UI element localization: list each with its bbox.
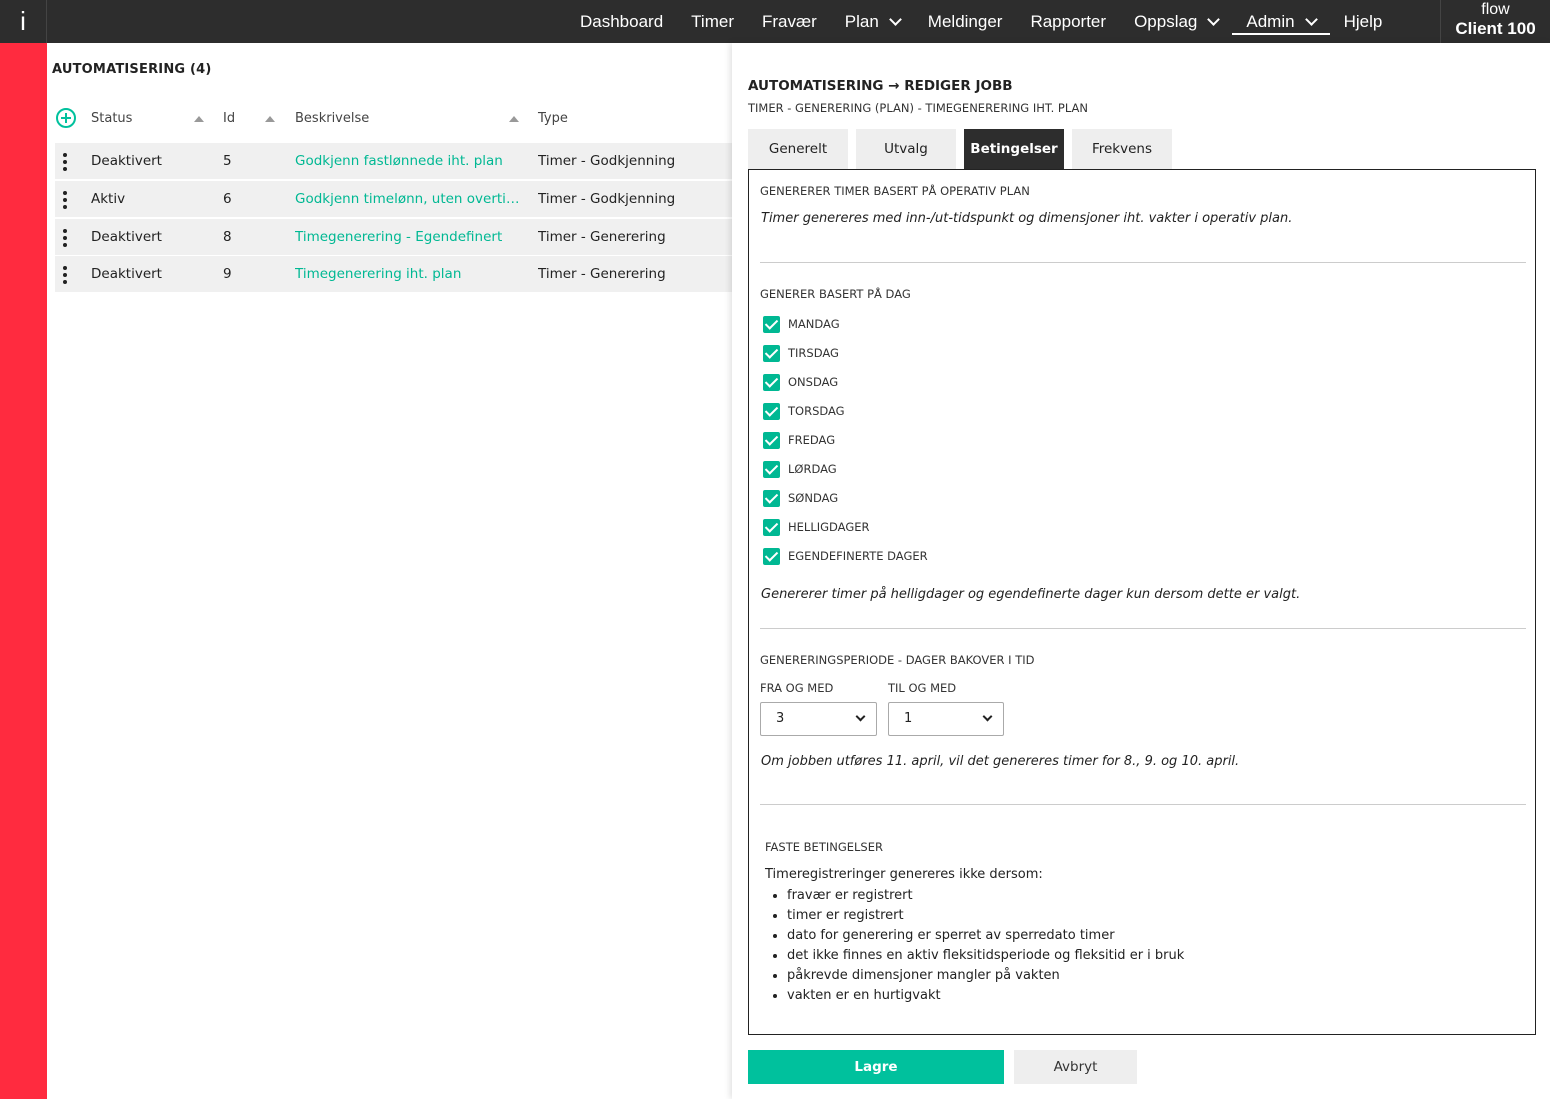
save-button[interactable]: Lagre <box>748 1050 1004 1084</box>
sort-up-icon[interactable] <box>194 116 204 122</box>
checkbox-checked-icon[interactable] <box>763 489 780 507</box>
section-heading: GENERERINGSPERIODE - DAGER BAKOVER I TID <box>760 653 1035 667</box>
checkbox-sondag[interactable]: SØNDAG <box>763 489 838 507</box>
checkbox-checked-icon[interactable] <box>763 373 780 391</box>
list-item: påkrevde dimensjoner mangler på vakten <box>787 966 1184 986</box>
nav-rapporter[interactable]: Rapporter <box>1016 0 1120 43</box>
more-vertical-icon[interactable] <box>63 153 67 171</box>
section-heading: GENERER BASERT PÅ DAG <box>760 287 911 301</box>
divider <box>760 262 1526 263</box>
top-bar: i Dashboard Timer Fravær Plan Meldinger … <box>0 0 1550 43</box>
list-item: fravær er registrert <box>787 886 1184 906</box>
checkbox-checked-icon[interactable] <box>763 431 780 449</box>
list-item: vakten er en hurtigvakt <box>787 986 1184 1006</box>
table-row[interactable]: Deaktivert 9 Timegenerering iht. plan Ti… <box>55 256 732 292</box>
col-id[interactable]: Id <box>223 107 235 131</box>
section-heading: GENERERER TIMER BASERT PÅ OPERATIV PLAN <box>760 184 1030 198</box>
panel-subtitle: TIMER - GENERERING (PLAN) - TIMEGENERERI… <box>748 101 1088 115</box>
nav-plan[interactable]: Plan <box>831 0 914 43</box>
checkbox-checked-icon[interactable] <box>763 402 780 420</box>
checkbox-onsdag[interactable]: ONSDAG <box>763 373 838 391</box>
checkbox-torsdag[interactable]: TORSDAG <box>763 402 845 420</box>
checkbox-checked-icon[interactable] <box>763 518 780 536</box>
col-status[interactable]: Status <box>91 107 132 131</box>
checkbox-checked-icon[interactable] <box>763 547 780 565</box>
checkbox-checked-icon[interactable] <box>763 315 780 333</box>
edit-job-panel: AUTOMATISERING → REDIGER JOBB TIMER - GE… <box>732 43 1550 1099</box>
list-title: AUTOMATISERING (4) <box>52 62 212 77</box>
checkbox-fredag[interactable]: FREDAG <box>763 431 835 449</box>
checkbox-checked-icon[interactable] <box>763 460 780 478</box>
checkbox-lordag[interactable]: LØRDAG <box>763 460 837 478</box>
table-row[interactable]: Aktiv 6 Godkjenn timelønn, uten overtid … <box>55 181 732 217</box>
checkbox-mandag[interactable]: MANDAG <box>763 315 840 333</box>
nav-fravaer[interactable]: Fravær <box>748 0 831 43</box>
checkbox-checked-icon[interactable] <box>763 344 780 362</box>
automation-list: AUTOMATISERING (4) Status Id Beskrivelse… <box>47 43 732 1099</box>
client-name: Client 100 <box>1455 19 1536 38</box>
tab-bar: Generelt Utvalg Betingelser Frekvens <box>748 129 1180 169</box>
section-note: Om jobben utføres 11. april, vil det gen… <box>761 754 1240 769</box>
tab-betingelser[interactable]: Betingelser <box>964 129 1064 169</box>
nav-oppslag[interactable]: Oppslag <box>1120 0 1232 43</box>
chevron-down-icon <box>982 711 993 722</box>
sort-up-icon[interactable] <box>509 116 519 122</box>
add-icon[interactable] <box>56 108 76 128</box>
chevron-down-icon <box>888 12 902 26</box>
more-vertical-icon[interactable] <box>63 229 67 247</box>
more-vertical-icon[interactable] <box>63 266 67 284</box>
table-row[interactable]: Deaktivert 5 Godkjenn fastlønnede iht. p… <box>55 143 732 179</box>
col-description[interactable]: Beskrivelse <box>295 107 369 131</box>
cancel-button[interactable]: Avbryt <box>1014 1050 1137 1084</box>
fixed-conditions-list: fravær er registrert timer er registrert… <box>787 886 1184 1006</box>
more-vertical-icon[interactable] <box>63 191 67 209</box>
checkbox-egendefinerte-dager[interactable]: EGENDEFINERTE DAGER <box>763 547 928 565</box>
section-heading: FASTE BETINGELSER <box>765 840 883 854</box>
table-row[interactable]: Deaktivert 8 Timegenerering - Egendefine… <box>55 219 732 255</box>
side-strip <box>0 43 47 1099</box>
tab-utvalg[interactable]: Utvalg <box>856 129 956 169</box>
chevron-down-icon <box>1304 12 1318 26</box>
list-item: dato for generering er sperret av sperre… <box>787 926 1184 946</box>
nav-meldinger[interactable]: Meldinger <box>914 0 1017 43</box>
panel-title: AUTOMATISERING → REDIGER JOBB <box>748 78 1013 94</box>
col-type[interactable]: Type <box>538 107 568 131</box>
row-link[interactable]: Godkjenn timelønn, uten overtid el... <box>295 181 525 217</box>
section-note: Timer genereres med inn-/ut-tidspunkt og… <box>761 211 1293 226</box>
row-link[interactable]: Timegenerering - Egendefinert <box>295 219 525 255</box>
tab-generelt[interactable]: Generelt <box>748 129 848 169</box>
nav-timer[interactable]: Timer <box>677 0 748 43</box>
from-select[interactable]: 3 <box>760 702 877 736</box>
client-selector[interactable]: flow Client 100 <box>1440 0 1550 43</box>
row-link[interactable]: Godkjenn fastlønnede iht. plan <box>295 143 525 179</box>
list-item: det ikke finnes en aktiv fleksitidsperio… <box>787 946 1184 966</box>
nav-hjelp[interactable]: Hjelp <box>1330 0 1397 43</box>
row-link[interactable]: Timegenerering iht. plan <box>295 256 525 292</box>
fixed-conditions-intro: Timeregistreringer genereres ikke dersom… <box>765 867 1043 882</box>
list-item: timer er registrert <box>787 906 1184 926</box>
nav-dashboard[interactable]: Dashboard <box>566 0 677 43</box>
divider <box>760 628 1526 629</box>
to-select[interactable]: 1 <box>888 702 1004 736</box>
divider <box>760 804 1526 805</box>
checkbox-tirsdag[interactable]: TIRSDAG <box>763 344 839 362</box>
section-note: Genererer timer på helligdager og egende… <box>761 587 1301 602</box>
chevron-down-icon <box>855 711 866 722</box>
from-label: FRA OG MED <box>760 681 834 695</box>
conditions-content: GENERERER TIMER BASERT PÅ OPERATIV PLAN … <box>748 169 1536 1035</box>
table-header: Status Id Beskrivelse Type <box>55 107 732 131</box>
chevron-down-icon <box>1207 12 1221 26</box>
nav-admin[interactable]: Admin <box>1232 0 1330 43</box>
main-nav: Dashboard Timer Fravær Plan Meldinger Ra… <box>566 0 1396 43</box>
sort-up-icon[interactable] <box>265 116 275 122</box>
checkbox-helligdager[interactable]: HELLIGDAGER <box>763 518 870 536</box>
tab-frekvens[interactable]: Frekvens <box>1072 129 1172 169</box>
client-brand: flow <box>1481 1 1510 18</box>
app-logo[interactable]: i <box>0 0 47 43</box>
to-label: TIL OG MED <box>888 681 957 695</box>
